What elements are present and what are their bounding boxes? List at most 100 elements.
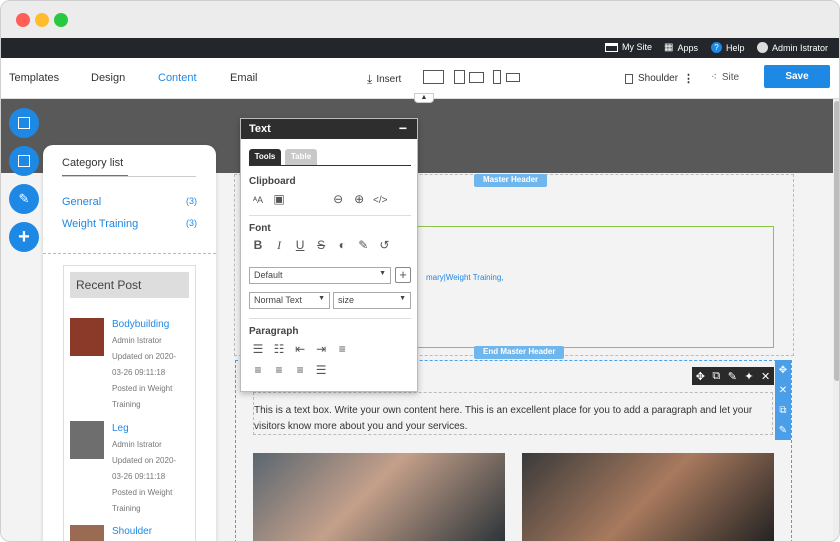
edit-icon[interactable]: ✎ — [728, 370, 737, 383]
minimize-window-button[interactable] — [35, 13, 49, 27]
browser-icon — [605, 42, 618, 52]
font-family-select[interactable]: Default ▼ — [249, 267, 391, 284]
move-icon[interactable]: ✥ — [779, 365, 787, 376]
help-icon: ? — [711, 42, 722, 53]
panel-tabs: Tools Table — [249, 149, 411, 166]
fitness-image[interactable] — [522, 453, 774, 541]
line-spacing-icon[interactable]: ≡ — [333, 342, 351, 356]
site-menu[interactable]: ⁖ Site — [711, 72, 739, 83]
paragraph-title: Paragraph — [249, 326, 299, 337]
tab-content[interactable]: Content — [158, 72, 197, 84]
scrollbar-thumb[interactable] — [834, 101, 839, 381]
post-title-link[interactable]: Bodybuilding — [112, 319, 169, 330]
user-menu[interactable]: Admin Istrator — [757, 42, 828, 53]
my-site-link[interactable]: My Site — [605, 42, 652, 52]
post-thumbnail[interactable] — [70, 525, 104, 541]
more-vertical-icon[interactable]: ⋮ — [683, 72, 694, 85]
magic-wand-icon[interactable]: ✦ — [744, 370, 753, 383]
post-title-link[interactable]: Leg — [112, 423, 129, 434]
category-list-title: Category list — [62, 157, 124, 169]
align-left-icon[interactable]: ≡ — [249, 363, 267, 377]
bold-icon[interactable]: B — [249, 238, 267, 252]
undo-icon[interactable]: ⊖ — [329, 192, 347, 206]
avatar — [757, 42, 768, 53]
indent-icon[interactable]: ⇥ — [312, 342, 330, 356]
panel-header[interactable]: Text − — [241, 119, 417, 139]
clipboard-title: Clipboard — [249, 176, 296, 187]
text-style-select[interactable]: Normal Text ▼ — [249, 292, 330, 309]
close-window-button[interactable] — [16, 13, 30, 27]
add-element-button[interactable]: + — [9, 222, 39, 252]
close-icon[interactable]: ✕ — [779, 385, 787, 396]
sections-tool-button[interactable] — [9, 146, 39, 176]
tab-table[interactable]: Table — [285, 149, 317, 165]
code-icon[interactable]: </> — [371, 195, 389, 206]
tablet-landscape-icon[interactable] — [469, 72, 484, 83]
strikethrough-icon[interactable]: S — [312, 238, 330, 252]
phone-landscape-icon[interactable] — [506, 73, 520, 82]
copy-icon[interactable]: ⧉ — [779, 405, 786, 416]
palette-icon[interactable]: ◐ — [333, 238, 351, 252]
desktop-view-icon[interactable] — [423, 70, 444, 84]
clear-format-icon[interactable]: ↺ — [375, 238, 393, 252]
tablet-portrait-icon[interactable] — [454, 70, 465, 84]
end-master-header-tag: End Master Header — [474, 346, 565, 359]
fitness-image[interactable] — [253, 453, 505, 541]
font-tools: B I U S ◐ ✎ ↺ — [249, 238, 411, 253]
collapse-toolbar-button[interactable]: ▲ — [414, 93, 434, 103]
text-box[interactable]: This is a text box. Write your own conte… — [253, 392, 773, 435]
edit-content-button[interactable]: ✎ — [9, 184, 39, 214]
app-window: My Site ▦ Apps ? Help Admin Istrator Tem… — [0, 0, 840, 542]
list-tools: ☰ ☷ ⇤ ⇥ ≡ — [249, 342, 411, 356]
copy-icon[interactable]: ⧉ — [712, 370, 720, 383]
bullet-list-icon[interactable]: ☷ — [270, 342, 288, 356]
caret-down-icon: ▼ — [318, 295, 325, 302]
paste-icon[interactable]: ▣ — [270, 192, 288, 206]
grid-icon: ▦ — [664, 42, 674, 53]
close-icon[interactable]: ✕ — [761, 370, 770, 383]
align-right-icon[interactable]: ≡ — [291, 363, 309, 377]
header-content-box[interactable]: mary|Weight Training, — [393, 226, 774, 348]
scrollbar[interactable] — [833, 99, 839, 541]
layout-tool-button[interactable] — [9, 108, 39, 138]
page-selector[interactable]: Shoulder ⋮ — [625, 72, 694, 85]
apps-link[interactable]: ▦ Apps — [664, 42, 698, 53]
help-link[interactable]: ? Help — [711, 42, 745, 53]
post-thumbnail[interactable] — [70, 421, 104, 459]
category-item[interactable]: General (3) — [62, 196, 197, 208]
category-item[interactable]: Weight Training (3) — [62, 218, 197, 230]
redo-icon[interactable]: ⊕ — [350, 192, 368, 206]
tab-tools[interactable]: Tools — [249, 149, 281, 165]
collapse-panel-button[interactable]: − — [399, 120, 407, 136]
numbered-list-icon[interactable]: ☰ — [249, 342, 267, 356]
post-thumbnail[interactable] — [70, 318, 104, 356]
align-center-icon[interactable]: ≡ — [270, 363, 288, 377]
highlight-icon[interactable]: ✎ — [354, 238, 372, 252]
tab-email[interactable]: Email — [230, 72, 258, 84]
insert-button[interactable]: ⤓ Insert — [367, 72, 401, 87]
tab-design[interactable]: Design — [91, 72, 125, 84]
post-title-link[interactable]: Shoulder — [112, 526, 152, 537]
align-tools: ≡ ≡ ≡ ☰ — [249, 363, 411, 377]
top-bar: My Site ▦ Apps ? Help Admin Istrator — [1, 38, 839, 58]
font-size-select[interactable]: size ▼ — [333, 292, 411, 309]
add-font-button[interactable]: + — [395, 267, 411, 283]
caret-down-icon: ▼ — [379, 270, 386, 277]
maximize-window-button[interactable] — [54, 13, 68, 27]
layout-icon — [18, 117, 30, 129]
italic-icon[interactable]: I — [270, 238, 288, 253]
master-header-tag: Master Header — [474, 174, 548, 187]
outdent-icon[interactable]: ⇤ — [291, 342, 309, 356]
blog-sidebar: Category list General (3) Weight Trainin… — [43, 145, 216, 541]
recent-post-title: Recent Post — [70, 272, 189, 298]
page-icon — [625, 73, 633, 84]
edit-icon[interactable]: ✎ — [779, 425, 787, 436]
align-justify-icon[interactable]: ☰ — [312, 363, 330, 377]
phone-portrait-icon[interactable] — [493, 70, 501, 84]
text-case-icon[interactable]: ᴬA — [249, 195, 267, 205]
underline-icon[interactable]: U — [291, 238, 309, 252]
tab-templates[interactable]: Templates — [9, 72, 59, 84]
move-icon[interactable]: ✥ — [696, 370, 705, 383]
save-button[interactable]: Save — [764, 65, 830, 88]
divider — [62, 176, 196, 177]
